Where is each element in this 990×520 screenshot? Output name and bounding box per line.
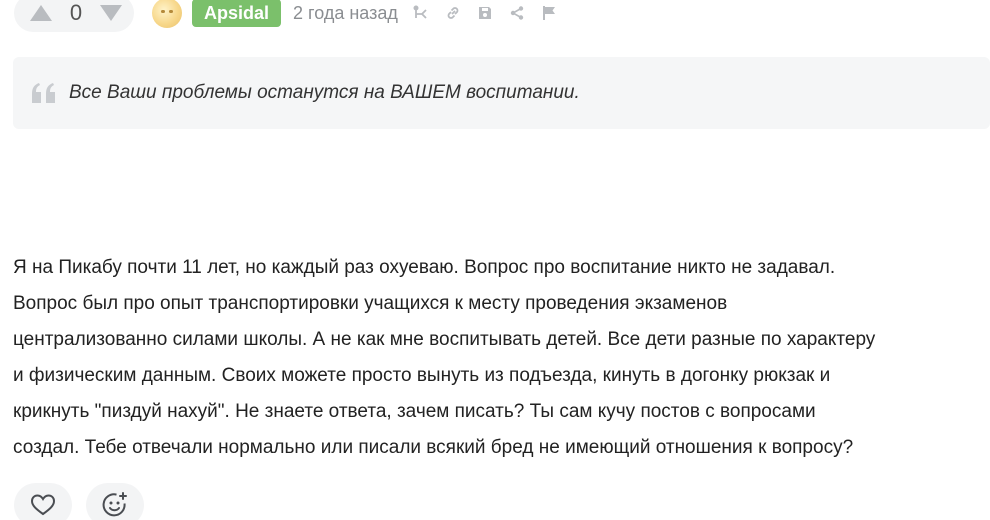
author-name[interactable]: Apsidal bbox=[192, 0, 282, 27]
vote-box: 0 bbox=[14, 0, 134, 32]
comment-time[interactable]: 2 года назад bbox=[293, 3, 398, 24]
quote-icon bbox=[32, 83, 55, 103]
link-icon[interactable] bbox=[444, 4, 462, 22]
reaction-bar bbox=[14, 483, 144, 520]
body-line: централизованно силами школы. А не как м… bbox=[13, 329, 876, 350]
add-reaction-button[interactable] bbox=[86, 483, 144, 520]
downvote-button[interactable] bbox=[98, 2, 124, 24]
share-icon[interactable] bbox=[508, 4, 526, 22]
triangle-up-icon bbox=[30, 5, 52, 21]
body-line: создал. Тебе отвечали нормально или писа… bbox=[13, 437, 854, 458]
save-icon[interactable] bbox=[476, 4, 494, 22]
body-line: Я на Пикабу почти 11 лет, но каждый раз … bbox=[13, 257, 836, 278]
heart-icon bbox=[30, 494, 56, 516]
branch-icon[interactable] bbox=[412, 4, 430, 22]
comment-page: 0 Apsidal 2 года назад Все Ваши проблемы… bbox=[0, 0, 990, 520]
like-button[interactable] bbox=[14, 483, 72, 520]
quote-text: Все Ваши проблемы останутся на ВАШЕМ вос… bbox=[69, 82, 580, 103]
body-line: и физическим данным. Своих можете просто… bbox=[13, 365, 831, 386]
comment-body: Я на Пикабу почти 11 лет, но каждый раз … bbox=[13, 250, 988, 466]
body-line: Вопрос был про опыт транспортировки учащ… bbox=[13, 293, 728, 314]
quote-block: Все Ваши проблемы останутся на ВАШЕМ вос… bbox=[13, 57, 990, 129]
avatar[interactable] bbox=[152, 0, 182, 28]
rating-count: 0 bbox=[69, 0, 83, 25]
triangle-down-icon bbox=[100, 5, 122, 21]
flag-icon[interactable] bbox=[540, 4, 558, 22]
comment-actions bbox=[412, 4, 558, 22]
body-line: крикнуть "пиздуй нахуй". Не знаете ответ… bbox=[13, 401, 816, 422]
emoji-add-icon bbox=[102, 492, 127, 517]
upvote-button[interactable] bbox=[28, 2, 54, 24]
comment-header: 0 Apsidal 2 года назад bbox=[14, 0, 558, 32]
